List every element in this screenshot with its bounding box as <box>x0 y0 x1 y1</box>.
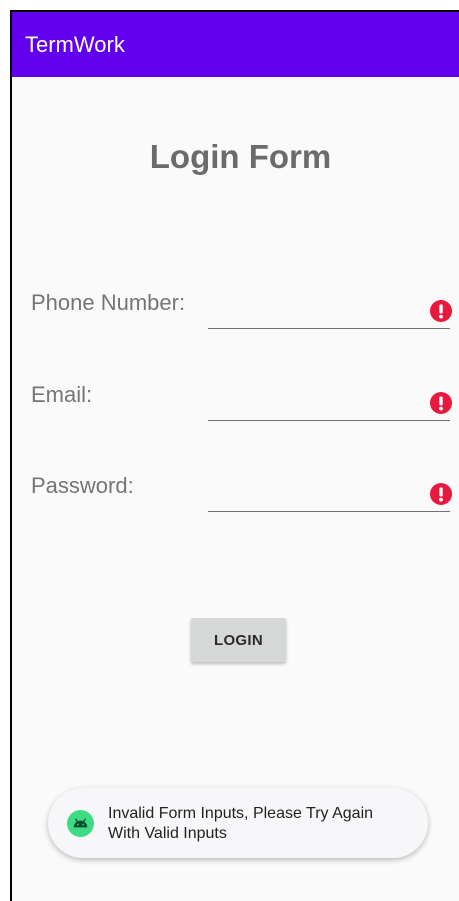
app-title: TermWork <box>25 32 125 57</box>
error-icon <box>430 392 452 414</box>
toast-message: Invalid Form Inputs, Please Try Again Wi… <box>48 788 428 858</box>
page-title: Login Form <box>149 138 332 175</box>
error-icon <box>430 483 452 505</box>
phone-number-label: Phone Number: <box>31 290 186 315</box>
email-field[interactable] <box>208 386 452 421</box>
password-input[interactable] <box>208 477 426 507</box>
error-icon <box>430 300 452 322</box>
android-icon <box>67 810 94 837</box>
app-bar: TermWork <box>12 12 459 77</box>
email-label: Email: <box>31 382 93 407</box>
email-input[interactable] <box>208 386 426 416</box>
password-field[interactable] <box>208 477 452 512</box>
password-label: Password: <box>31 473 134 498</box>
phone-number-field[interactable] <box>208 294 452 329</box>
phone-number-input[interactable] <box>208 294 426 324</box>
login-button[interactable]: LOGIN <box>191 618 286 662</box>
toast-text: Invalid Form Inputs, Please Try Again Wi… <box>108 805 374 842</box>
app-window: TermWork Login Form Phone Number: Email:… <box>10 10 459 901</box>
